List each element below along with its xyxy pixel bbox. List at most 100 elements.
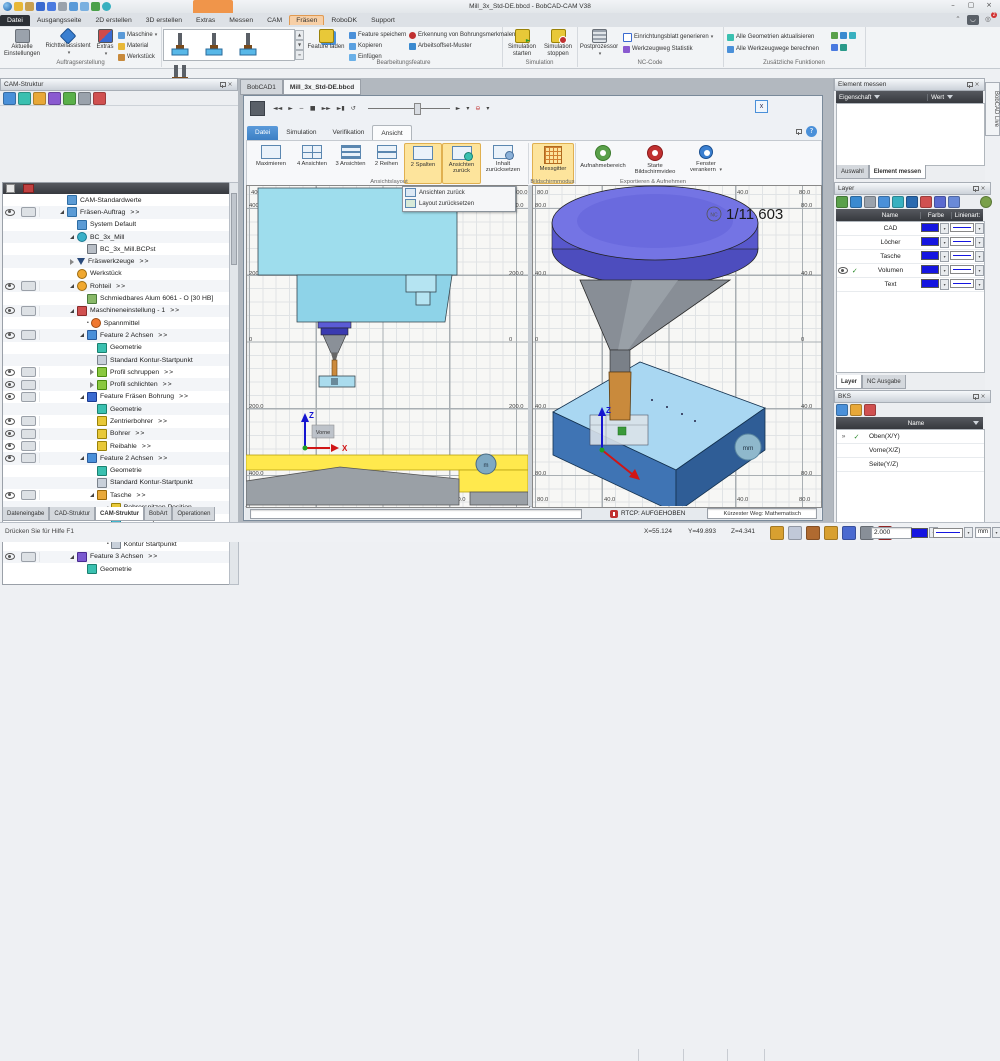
zwei-spalten-button[interactable]: 2 Spalten xyxy=(404,143,442,184)
unit-picker[interactable]: mm▾ xyxy=(975,527,1000,538)
lock-box-icon[interactable] xyxy=(21,392,36,402)
aufnahmebereich-button[interactable]: Aufnahmebereich xyxy=(579,143,627,182)
tree-post-icon[interactable] xyxy=(63,92,76,105)
layer-refresh-icon[interactable] xyxy=(980,196,992,208)
layer-show-icon[interactable] xyxy=(892,196,904,208)
tree-edit-icon[interactable] xyxy=(48,92,61,105)
extra-icon-3[interactable] xyxy=(849,32,856,39)
feature-gallery[interactable]: ▲ ▼ ≡ xyxy=(163,29,295,61)
entity-snap-icon[interactable] xyxy=(824,526,838,540)
lock-box-icon[interactable] xyxy=(21,416,36,426)
lock-box-icon[interactable] xyxy=(21,490,36,500)
save-all-icon[interactable] xyxy=(47,2,56,11)
expander-open-icon[interactable] xyxy=(70,284,74,288)
bks-row[interactable]: Vorne(X/Z) xyxy=(837,444,984,458)
tree-item-link[interactable]: >> xyxy=(158,418,168,425)
eye-icon[interactable] xyxy=(5,553,15,560)
expander-open-icon[interactable] xyxy=(70,555,74,559)
feature-laden-button[interactable]: Feature laden xyxy=(307,29,345,59)
pin-icon[interactable] xyxy=(971,393,979,400)
redo-icon[interactable] xyxy=(80,2,89,11)
lock-box-icon[interactable] xyxy=(21,281,36,291)
eye-icon[interactable] xyxy=(5,393,15,400)
layer-remove-icon[interactable] xyxy=(850,196,862,208)
expander-open-icon[interactable] xyxy=(80,395,84,399)
save-icon[interactable] xyxy=(36,2,45,11)
layer-row[interactable]: ✓Volumen▾▾ xyxy=(837,264,984,278)
tree-item[interactable]: Maschineneinstellung - 1>> xyxy=(3,305,230,317)
erkennung-bohrungsmerkmale-button[interactable]: Erkennung von Bohrungsmerkmalen xyxy=(409,30,515,40)
tool-preset-icon[interactable] xyxy=(238,32,258,58)
messen-table-body[interactable] xyxy=(836,103,985,166)
sim-tab-datei[interactable]: Datei xyxy=(247,126,278,140)
eye-icon[interactable] xyxy=(5,209,15,216)
maschine-button[interactable]: Maschine▾ xyxy=(118,30,157,40)
tab-cad-struktur[interactable]: CAD-Struktur xyxy=(49,507,95,521)
tree-item[interactable]: Standard Kontur-Startpunkt xyxy=(3,354,230,366)
ansichten-zurueck-button[interactable]: Ansichten zurück xyxy=(442,143,481,184)
linetype-picker[interactable]: ▾ xyxy=(933,527,973,538)
viewport-front[interactable]: 400.0400.0200.0200.000200.0200.0400.0400… xyxy=(246,185,530,508)
line-width-input[interactable]: 2.000 xyxy=(871,527,912,539)
tree-item[interactable]: Geometrie xyxy=(3,403,230,415)
tab-dateneingabe[interactable]: Dateneingabe xyxy=(2,507,49,521)
expander-open-icon[interactable] xyxy=(90,493,94,497)
gallery-more-icon[interactable]: ≡ xyxy=(295,50,304,60)
expander-open-icon[interactable] xyxy=(70,309,74,313)
feature-speichern-button[interactable]: Feature speichern xyxy=(349,30,406,40)
sim-help-icon[interactable]: ? xyxy=(806,126,817,137)
tree-item-link[interactable]: >> xyxy=(142,443,152,450)
tree-item[interactable]: BC_3x_Mill.BCPst xyxy=(3,243,230,255)
pin-icon[interactable] xyxy=(965,81,973,88)
tree-item[interactable]: System Default xyxy=(3,219,230,231)
menu-ansichten-zurueck[interactable]: Ansichten zurück xyxy=(403,187,515,198)
tree-item-link[interactable]: >> xyxy=(116,283,126,290)
tree-item-link[interactable]: >> xyxy=(158,455,168,462)
grid-snap-icon[interactable] xyxy=(788,526,802,540)
doc-tab-bobcad1[interactable]: BobCAD1 xyxy=(240,79,283,95)
fenster-verankern-button[interactable]: Fenster verankern ▾ xyxy=(683,143,729,182)
layer-linetype-picker[interactable]: ▾ xyxy=(950,251,984,262)
starte-bildschirmvideo-button[interactable]: Starte Bildschirmvideo xyxy=(629,143,681,182)
richtteilassistent-button[interactable]: Richtteilassistent▾ xyxy=(44,29,92,59)
pointer-button[interactable]: ► xyxy=(456,105,461,112)
layer-linetype-picker[interactable]: ▾ xyxy=(950,279,984,290)
messgitter-button[interactable]: Messgitter xyxy=(532,143,574,184)
drei-ansichten-button[interactable]: 3 Ansichten xyxy=(332,143,369,182)
filter-icon[interactable] xyxy=(973,421,979,425)
ribbon-collapse-icon[interactable]: ⌃ xyxy=(952,15,964,25)
tree-item[interactable]: Tasche>> xyxy=(3,489,230,501)
postprozessor-button[interactable]: Postprozessor▾ xyxy=(579,29,619,59)
extra-icon-1[interactable] xyxy=(831,32,838,39)
bks-delete-icon[interactable] xyxy=(864,404,876,416)
tab-datei[interactable]: Datei xyxy=(0,15,30,26)
maximize-button[interactable]: ▢ xyxy=(962,0,980,11)
tree-item[interactable]: CAM-Standardwerte xyxy=(3,194,230,206)
pin-icon[interactable] xyxy=(971,185,979,192)
step-back-button[interactable]: − xyxy=(299,105,304,112)
filter-icon[interactable] xyxy=(874,95,880,99)
close-button[interactable]: × xyxy=(980,0,998,11)
tree-item[interactable]: BC_3x_Mill xyxy=(3,231,230,243)
tree-item[interactable]: Profil schlichten>> xyxy=(3,378,230,390)
tree-item[interactable]: Reibahle>> xyxy=(3,440,230,452)
tree-item[interactable]: Feature 3 Achsen>> xyxy=(3,551,230,563)
extra-icon-5[interactable] xyxy=(840,44,847,51)
tree-item[interactable]: Feature Fräsen Bohrung>> xyxy=(3,391,230,403)
expander-closed-icon[interactable] xyxy=(70,259,74,265)
layer-add-icon[interactable] xyxy=(836,196,848,208)
tree-item-link[interactable]: >> xyxy=(139,258,149,265)
tree-item[interactable]: Fräsen-Auftrag>> xyxy=(3,206,230,218)
eye-icon[interactable] xyxy=(5,283,15,290)
tree-item[interactable]: Geometrie xyxy=(3,342,230,354)
lock-box-icon[interactable] xyxy=(21,367,36,377)
stop-button[interactable]: ■ xyxy=(310,105,316,112)
web-icon[interactable] xyxy=(102,2,111,11)
tree-item[interactable]: Bohrer>> xyxy=(3,428,230,440)
expander-closed-icon[interactable] xyxy=(90,369,94,375)
tool-preset-icon[interactable] xyxy=(170,32,190,58)
layer-linetype-picker[interactable]: ▾ xyxy=(950,223,984,234)
tab-extras[interactable]: Extras xyxy=(189,15,222,26)
maximieren-button[interactable]: Maximieren xyxy=(250,143,292,182)
lock-box-icon[interactable] xyxy=(21,441,36,451)
